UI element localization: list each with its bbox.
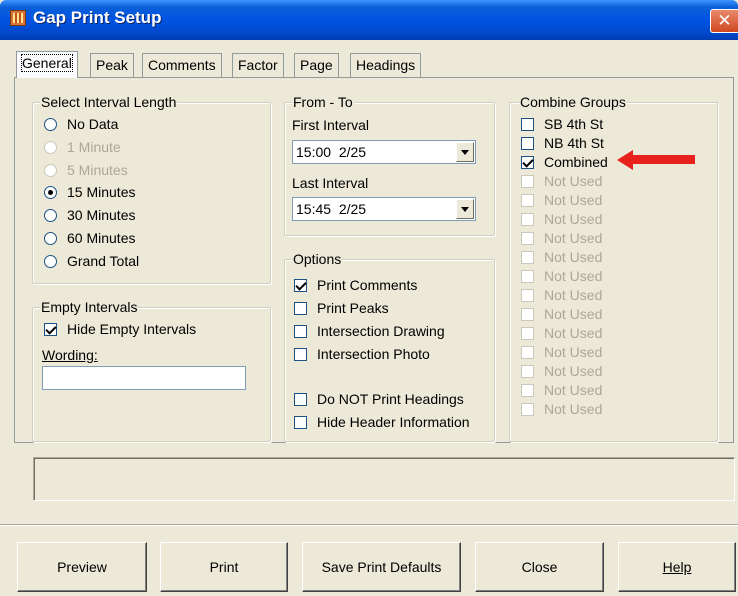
combine-not-used-label: Not Used (544, 230, 603, 246)
first-interval-value: 15:00 2/25 (296, 144, 367, 160)
intersection-photo-label[interactable]: Intersection Photo (317, 346, 430, 362)
last-interval-label: Last Interval (292, 175, 369, 191)
combine-not-used-label: Not Used (544, 249, 603, 265)
do-not-print-headings-checkbox[interactable] (294, 393, 307, 406)
from-to-legend: From - To (292, 94, 354, 110)
print-button[interactable]: Print (160, 542, 288, 592)
gap-app-icon (10, 10, 26, 26)
hide-header-info-checkbox[interactable] (294, 416, 307, 429)
combine-not-used-label: Not Used (544, 382, 603, 398)
radio-grand-total[interactable] (44, 255, 57, 268)
combine-not-used-checkbox (521, 327, 534, 340)
combine-not-used-label: Not Used (544, 306, 603, 322)
save-print-defaults-button[interactable]: Save Print Defaults (302, 542, 461, 592)
combine-combined-label[interactable]: Combined (544, 154, 608, 170)
combine-not-used-checkbox (521, 232, 534, 245)
combine-sb-4th-st-checkbox[interactable] (521, 118, 534, 131)
tab-general[interactable]: General (16, 51, 78, 78)
radio-1-minute-label: 1 Minute (67, 139, 121, 155)
window-title: Gap Print Setup (33, 8, 162, 27)
options-legend: Options (292, 251, 343, 267)
combine-nb-4th-st-checkbox[interactable] (521, 137, 534, 150)
combine-sb-4th-st-label[interactable]: SB 4th St (544, 116, 603, 132)
intersection-drawing-label[interactable]: Intersection Drawing (317, 323, 445, 339)
chevron-down-icon[interactable] (456, 199, 474, 219)
combine-nb-4th-st-label[interactable]: NB 4th St (544, 135, 604, 151)
help-button[interactable]: Help (618, 542, 736, 592)
combine-not-used-checkbox (521, 289, 534, 302)
radio-5-minutes-label: 5 Minutes (67, 162, 128, 178)
combine-not-used-label: Not Used (544, 363, 603, 379)
print-peaks-label[interactable]: Print Peaks (317, 300, 389, 316)
combine-not-used-checkbox (521, 365, 534, 378)
print-peaks-checkbox[interactable] (294, 302, 307, 315)
first-interval-select[interactable]: 15:00 2/25 (292, 140, 476, 164)
close-button[interactable]: Close (475, 542, 604, 592)
divider (0, 524, 738, 526)
combine-not-used-label: Not Used (544, 173, 603, 189)
status-area (33, 457, 735, 501)
combine-not-used-checkbox (521, 308, 534, 321)
first-interval-label: First Interval (292, 117, 370, 133)
combine-combined-checkbox[interactable] (521, 156, 534, 169)
do-not-print-headings-label[interactable]: Do NOT Print Headings (317, 391, 464, 407)
combine-not-used-label: Not Used (544, 325, 603, 341)
hide-empty-intervals-checkbox[interactable] (44, 323, 57, 336)
red-arrow-icon (631, 155, 695, 164)
combine-not-used-checkbox (521, 213, 534, 226)
combine-not-used-checkbox (521, 194, 534, 207)
radio-30-minutes[interactable] (44, 209, 57, 222)
tab-peak[interactable]: Peak (90, 53, 134, 77)
radio-grand-total-label[interactable]: Grand Total (67, 253, 139, 269)
help-button-label: Help (662, 559, 692, 575)
radio-15-minutes-label[interactable]: 15 Minutes (67, 184, 135, 200)
radio-1-minute (44, 141, 57, 154)
tab-headings[interactable]: Headings (350, 53, 422, 77)
close-window-button[interactable]: ✕ (710, 9, 738, 33)
last-interval-value: 15:45 2/25 (296, 201, 367, 217)
combine-not-used-label: Not Used (544, 287, 603, 303)
wording-label: Wording: (42, 347, 98, 363)
combine-groups-group (509, 102, 718, 442)
intersection-photo-checkbox[interactable] (294, 348, 307, 361)
radio-no-data-label[interactable]: No Data (67, 116, 118, 132)
hide-empty-intervals-label[interactable]: Hide Empty Intervals (67, 321, 196, 337)
combine-groups-legend: Combine Groups (519, 94, 627, 110)
combine-not-used-checkbox (521, 270, 534, 283)
combine-not-used-checkbox (521, 251, 534, 264)
wording-input[interactable] (42, 366, 246, 390)
hide-header-info-label[interactable]: Hide Header Information (317, 414, 470, 430)
tab-factor[interactable]: Factor (232, 53, 284, 77)
radio-5-minutes (44, 164, 57, 177)
combine-not-used-checkbox (521, 175, 534, 188)
intersection-drawing-checkbox[interactable] (294, 325, 307, 338)
print-comments-checkbox[interactable] (294, 279, 307, 292)
red-arrow-head-icon (617, 150, 633, 170)
combine-not-used-label: Not Used (544, 211, 603, 227)
last-interval-select[interactable]: 15:45 2/25 (292, 197, 476, 221)
print-comments-label[interactable]: Print Comments (317, 277, 417, 293)
combine-not-used-label: Not Used (544, 192, 603, 208)
preview-button[interactable]: Preview (17, 542, 147, 592)
combine-not-used-label: Not Used (544, 401, 603, 417)
chevron-down-icon[interactable] (456, 142, 474, 162)
radio-15-minutes[interactable] (44, 186, 57, 199)
tab-page[interactable]: Page (294, 53, 339, 77)
radio-60-minutes[interactable] (44, 232, 57, 245)
radio-30-minutes-label[interactable]: 30 Minutes (67, 207, 135, 223)
radio-no-data[interactable] (44, 118, 57, 131)
radio-60-minutes-label[interactable]: 60 Minutes (67, 230, 135, 246)
tab-comments[interactable]: Comments (142, 53, 222, 77)
combine-not-used-checkbox (521, 384, 534, 397)
empty-intervals-legend: Empty Intervals (40, 299, 139, 315)
combine-not-used-label: Not Used (544, 344, 603, 360)
interval-length-legend: Select Interval Length (40, 94, 178, 110)
combine-not-used-checkbox (521, 346, 534, 359)
combine-not-used-label: Not Used (544, 268, 603, 284)
combine-not-used-checkbox (521, 403, 534, 416)
